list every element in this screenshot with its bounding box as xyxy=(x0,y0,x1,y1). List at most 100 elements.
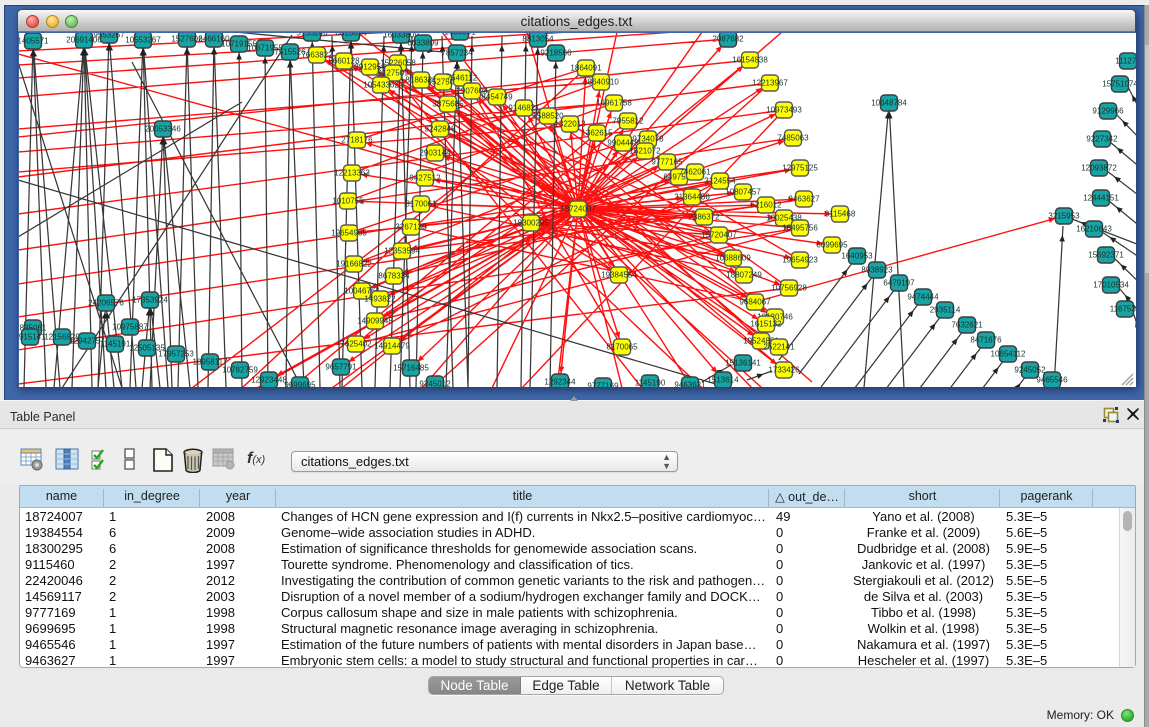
svg-text:10654112: 10654112 xyxy=(991,350,1027,359)
svg-text:7546112: 7546112 xyxy=(447,74,478,83)
svg-text:24206576: 24206576 xyxy=(88,299,124,308)
svg-text:9553267: 9553267 xyxy=(93,33,125,40)
svg-text:12444151: 12444151 xyxy=(1083,194,1119,203)
svg-text:8813054: 8813054 xyxy=(522,35,554,44)
svg-text:9734078: 9734078 xyxy=(632,135,664,144)
svg-text:3215953: 3215953 xyxy=(1048,212,1080,221)
svg-text:2903144: 2903144 xyxy=(419,149,451,158)
svg-text:2935114: 2935114 xyxy=(930,306,961,315)
svg-text:9127509: 9127509 xyxy=(377,69,409,78)
svg-text:1405571: 1405571 xyxy=(19,37,49,46)
svg-text:20053346: 20053346 xyxy=(145,125,181,134)
svg-text:1145191: 1145191 xyxy=(100,340,131,349)
svg-text:9245052: 9245052 xyxy=(1014,366,1046,375)
svg-text:1733426: 1733426 xyxy=(768,366,800,375)
svg-text:7632621: 7632621 xyxy=(951,321,983,330)
svg-text:1493822: 1493822 xyxy=(364,295,396,304)
svg-text:17353924: 17353924 xyxy=(132,296,168,305)
svg-text:8170065: 8170065 xyxy=(606,343,638,352)
svg-text:1322013: 1322013 xyxy=(554,120,586,129)
svg-text:7857234: 7857234 xyxy=(441,49,473,58)
svg-text:18640910: 18640910 xyxy=(583,78,619,87)
svg-text:18724007: 18724007 xyxy=(560,205,596,214)
svg-text:10973493: 10973493 xyxy=(766,106,802,115)
svg-text:1615132: 1615132 xyxy=(750,320,782,329)
svg-text:6099695: 6099695 xyxy=(816,241,848,250)
svg-text:9227342: 9227342 xyxy=(1086,135,1118,144)
svg-text:8938923: 8938923 xyxy=(861,266,893,275)
svg-text:111278: 111278 xyxy=(1115,57,1136,66)
svg-text:18300295: 18300295 xyxy=(513,219,549,228)
svg-text:7485063: 7485063 xyxy=(777,134,809,143)
svg-text:9465546: 9465546 xyxy=(1036,376,1068,385)
svg-text:1864091: 1864091 xyxy=(570,64,602,73)
svg-text:8170061: 8170061 xyxy=(405,200,437,209)
svg-text:9474444: 9474444 xyxy=(907,293,939,302)
svg-text:9777165: 9777165 xyxy=(651,158,683,167)
svg-text:10782759: 10782759 xyxy=(222,366,258,375)
svg-text:5155246: 5155246 xyxy=(296,33,328,38)
svg-text:10756928: 10756928 xyxy=(771,284,807,293)
svg-text:12975125: 12975125 xyxy=(782,164,818,173)
svg-text:6479197: 6479197 xyxy=(883,279,915,288)
svg-text:8678334: 8678334 xyxy=(378,272,410,281)
svg-text:2522141: 2522141 xyxy=(763,343,795,352)
svg-text:19654965: 19654965 xyxy=(331,229,367,238)
svg-text:9463627: 9463627 xyxy=(788,195,820,204)
svg-text:16154838: 16154838 xyxy=(732,56,768,65)
svg-text:9218566: 9218566 xyxy=(540,49,572,58)
svg-text:9245012: 9245012 xyxy=(419,380,451,388)
svg-text:14914479: 14914479 xyxy=(374,342,410,351)
svg-text:9657791: 9657791 xyxy=(325,363,357,372)
svg-text:7462061: 7462061 xyxy=(679,168,711,177)
svg-text:3915141: 3915141 xyxy=(19,333,46,342)
svg-text:2718176: 2718176 xyxy=(341,136,373,145)
svg-text:3875685: 3875685 xyxy=(432,100,464,109)
svg-text:1362615: 1362615 xyxy=(581,129,613,138)
svg-text:16210643: 16210643 xyxy=(1076,225,1112,234)
svg-text:7955812: 7955812 xyxy=(612,117,644,126)
svg-text:1603381: 1603381 xyxy=(444,33,476,37)
svg-text:15720407: 15720407 xyxy=(701,231,737,240)
svg-text:9684067: 9684067 xyxy=(739,298,771,307)
svg-text:7625402: 7625402 xyxy=(340,340,372,349)
svg-text:8471676: 8471676 xyxy=(970,336,1002,345)
svg-text:10975887: 10975887 xyxy=(112,323,148,332)
svg-text:1513614: 1513614 xyxy=(707,376,739,385)
svg-text:12353594: 12353594 xyxy=(384,247,420,256)
svg-text:10688609: 10688609 xyxy=(715,254,751,263)
svg-text:15751074: 15751074 xyxy=(1102,80,1136,89)
svg-text:9427512: 9427512 xyxy=(409,174,441,183)
svg-text:19384554: 19384554 xyxy=(601,271,637,280)
svg-text:3124554: 3124554 xyxy=(704,177,736,186)
svg-text:1010755: 1010755 xyxy=(332,197,364,206)
svg-text:18807249: 18807249 xyxy=(726,271,762,280)
svg-text:2386372: 2386372 xyxy=(688,213,720,222)
svg-text:12213967: 12213967 xyxy=(752,79,788,88)
svg-text:15136141: 15136141 xyxy=(725,359,761,368)
svg-text:18495756: 18495756 xyxy=(782,224,818,233)
svg-text:8813014: 8813014 xyxy=(335,33,367,38)
svg-text:1145190: 1145190 xyxy=(635,379,666,388)
svg-text:16961758: 16961758 xyxy=(596,99,632,108)
svg-text:19654923: 19654923 xyxy=(782,256,818,265)
svg-text:3267130: 3267130 xyxy=(395,223,427,232)
svg-text:12093872: 12093872 xyxy=(1081,164,1117,173)
svg-text:9463621: 9463621 xyxy=(674,381,706,388)
svg-text:15692371: 15692371 xyxy=(1088,251,1124,260)
svg-text:3115468: 3115468 xyxy=(825,210,856,219)
svg-text:12923448: 12923448 xyxy=(251,376,287,385)
svg-text:1621072: 1621072 xyxy=(629,147,661,156)
svg-text:12213363: 12213363 xyxy=(334,169,370,178)
svg-text:10807457: 10807457 xyxy=(725,188,761,197)
svg-text:6033809: 6033809 xyxy=(407,39,439,48)
svg-text:2087682: 2087682 xyxy=(712,35,744,44)
svg-text:1167534: 1167534 xyxy=(1110,305,1136,314)
svg-text:10648784: 10648784 xyxy=(871,99,907,108)
svg-text:17957253: 17957253 xyxy=(158,350,194,359)
svg-text:14909948: 14909948 xyxy=(357,317,393,326)
svg-text:9242848: 9242848 xyxy=(424,125,456,134)
svg-text:15716485: 15716485 xyxy=(393,364,429,373)
svg-text:21364456: 21364456 xyxy=(674,193,710,202)
svg-text:17010534: 17010534 xyxy=(1093,281,1129,290)
